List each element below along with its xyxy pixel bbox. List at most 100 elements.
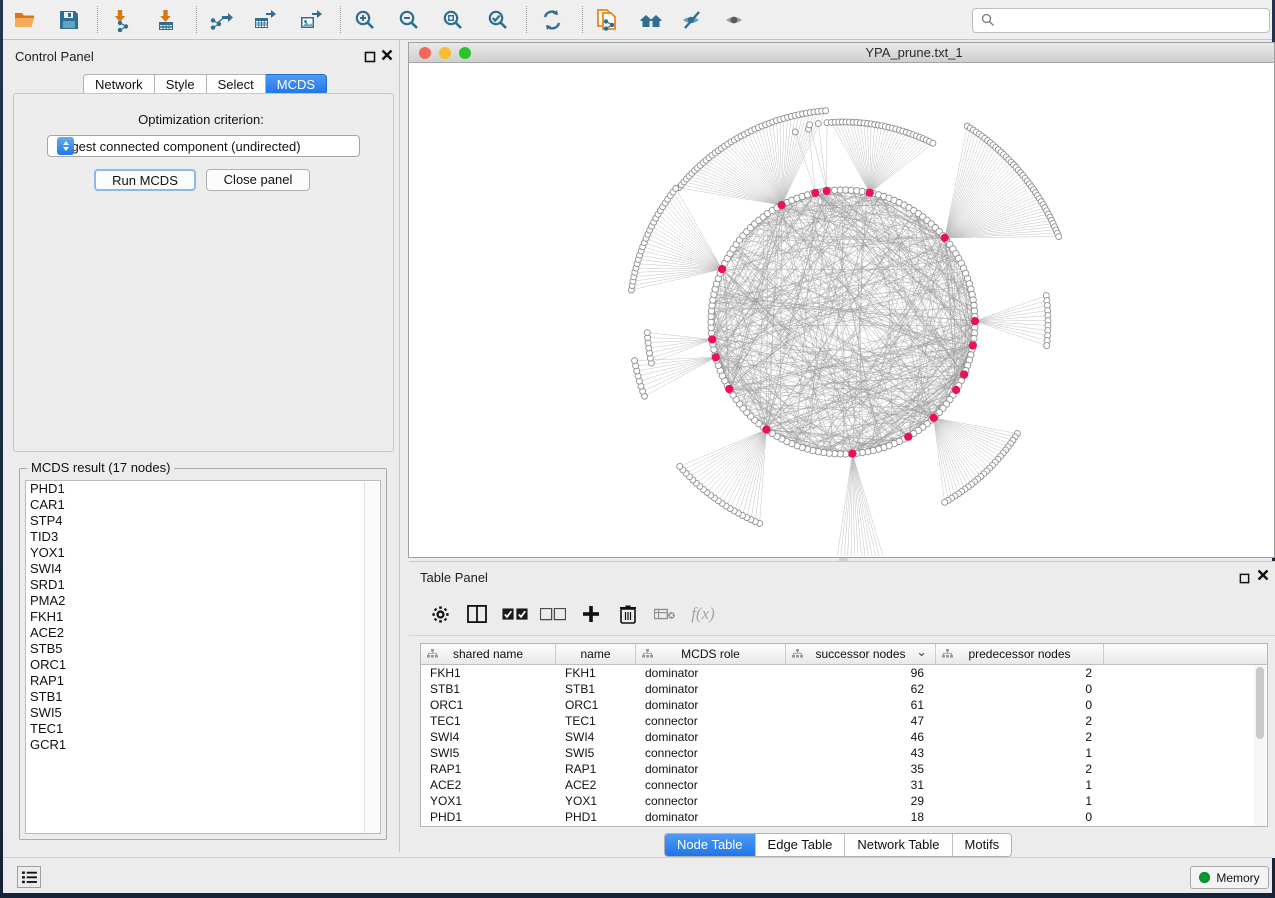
table-cell[interactable]: PHD1 [565, 809, 636, 825]
mcds-result-item[interactable]: STP4 [26, 513, 380, 529]
table-cell[interactable]: connector [645, 793, 786, 809]
table-cell[interactable]: 31 [786, 777, 924, 793]
function-builder-icon[interactable]: f(x) [689, 601, 717, 627]
table-cell[interactable]: 0 [936, 697, 1092, 713]
export-network-icon[interactable] [208, 7, 234, 33]
zoom-out-icon[interactable] [396, 7, 422, 33]
table-cell[interactable]: 1 [936, 793, 1092, 809]
control-panel-close-icon[interactable] [381, 49, 393, 62]
mcds-result-item[interactable]: TID3 [26, 529, 380, 545]
control-panel-restore-icon[interactable] [364, 50, 376, 62]
zoom-in-icon[interactable] [352, 7, 378, 33]
table-cell[interactable]: 61 [786, 697, 924, 713]
table-tab-motifs[interactable]: Motifs [952, 834, 1012, 856]
table-row[interactable]: STB1STB1dominator620 [421, 681, 1267, 697]
table-cell[interactable]: STB1 [565, 681, 636, 697]
table-scrollbar-thumb[interactable] [1256, 667, 1264, 739]
table-cell[interactable]: PHD1 [430, 809, 556, 825]
export-pdf-icon[interactable] [594, 7, 620, 33]
table-panel-restore-icon[interactable] [1239, 571, 1250, 582]
refresh-layout-icon[interactable] [539, 7, 565, 33]
mcds-result-item[interactable]: GCR1 [26, 737, 380, 753]
table-cell[interactable]: 62 [786, 681, 924, 697]
network-graph[interactable] [409, 62, 1274, 556]
table-cell[interactable]: SWI5 [565, 745, 636, 761]
split-columns-icon[interactable] [463, 601, 491, 627]
table-cell[interactable]: 18 [786, 809, 924, 825]
table-cell[interactable]: connector [645, 713, 786, 729]
table-cell[interactable]: RAP1 [430, 761, 556, 777]
table-tab-edge-table[interactable]: Edge Table [755, 834, 845, 856]
table-row[interactable]: ACE2ACE2connector311 [421, 777, 1267, 793]
mcds-result-item[interactable]: TEC1 [26, 721, 380, 737]
table-cell[interactable]: 47 [786, 713, 924, 729]
table-cell[interactable]: 1 [936, 777, 1092, 793]
mcds-result-item[interactable]: STB5 [26, 641, 380, 657]
zoom-selected-icon[interactable] [485, 7, 511, 33]
table-cell[interactable]: 29 [786, 793, 924, 809]
table-cell[interactable]: STB1 [430, 681, 556, 697]
table-cell[interactable]: ORC1 [565, 697, 636, 713]
export-image-icon[interactable] [298, 7, 324, 33]
mcds-result-item[interactable]: YOX1 [26, 545, 380, 561]
table-row[interactable]: YOX1 YOX1 connector29 1 [421, 793, 1267, 809]
table-cell[interactable]: YOX1 [565, 793, 636, 809]
table-cell[interactable]: YOX1 [430, 793, 556, 809]
column-header-shared-name[interactable]: shared name [421, 644, 556, 664]
table-row[interactable]: PHD1 PHD1 dominator18 0 [421, 809, 1267, 825]
zoom-fit-icon[interactable] [440, 7, 466, 33]
control-panel-tab-mcds[interactable]: MCDS [266, 74, 327, 95]
mcds-result-item[interactable]: ORC1 [26, 657, 380, 673]
table-row[interactable]: ORC1 ORC1 dominator61 0 [421, 697, 1267, 713]
table-cell[interactable]: ACE2 [565, 777, 636, 793]
table-cell[interactable]: TEC1 [430, 713, 556, 729]
table-cell[interactable]: 2 [936, 665, 1092, 681]
table-cell[interactable]: FKH1 [565, 665, 636, 681]
hide-unselected-icon[interactable] [680, 7, 706, 33]
search-input[interactable] [1001, 12, 1260, 30]
control-panel-tab-select[interactable]: Select [207, 74, 266, 95]
mcds-result-item[interactable]: STB1 [26, 689, 380, 705]
select-all-columns-icon[interactable] [501, 601, 529, 627]
table-cell[interactable]: SWI4 [430, 729, 556, 745]
table-cell[interactable]: 2 [936, 761, 1092, 777]
table-cell[interactable]: 46 [786, 729, 924, 745]
table-row[interactable]: TEC1TEC1connector472 [421, 713, 1267, 729]
table-tab-network-table[interactable]: Network Table [844, 834, 951, 856]
run-mcds-button[interactable]: Run MCDS [94, 169, 196, 191]
table-cell[interactable]: ORC1 [430, 697, 556, 713]
column-header-predecessor-nodes[interactable]: predecessor nodes [936, 644, 1104, 664]
control-panel-tab-style[interactable]: Style [155, 74, 207, 95]
table-cell[interactable]: 0 [936, 809, 1092, 825]
mcds-result-item[interactable]: ACE2 [26, 625, 380, 641]
mcds-result-item[interactable]: CAR1 [26, 497, 380, 513]
mcds-result-item[interactable]: SWI4 [26, 561, 380, 577]
table-row[interactable]: RAP1RAP1dominator352 [421, 761, 1267, 777]
table-cell[interactable]: 96 [786, 665, 924, 681]
delete-column-icon[interactable] [614, 601, 642, 627]
table-cell[interactable]: 43 [786, 745, 924, 761]
mcds-result-item[interactable]: SRD1 [26, 577, 380, 593]
mcds-result-item[interactable]: RAP1 [26, 673, 380, 689]
chevron-updown-icon[interactable] [57, 137, 74, 155]
export-table-icon[interactable] [252, 7, 278, 33]
table-cell[interactable]: FKH1 [430, 665, 556, 681]
import-table-icon[interactable] [153, 7, 179, 33]
table-cell[interactable]: SWI5 [430, 745, 556, 761]
column-header-name[interactable]: name [556, 644, 636, 664]
table-tab-node-table[interactable]: Node Table [665, 834, 755, 856]
table-vertical-scrollbar[interactable] [1254, 665, 1266, 826]
close-panel-button[interactable]: Close panel [206, 169, 310, 191]
mcds-result-item[interactable]: SWI5 [26, 705, 380, 721]
chevron-down-icon[interactable]: ⌄ [916, 643, 927, 662]
table-panel-close-icon[interactable] [1257, 569, 1269, 582]
table-cell[interactable]: 2 [936, 713, 1092, 729]
table-cell[interactable]: dominator [645, 809, 786, 825]
import-network-icon[interactable] [111, 7, 137, 33]
mcds-result-list[interactable]: PHD1CAR1STP4TID3YOX1SWI4SRD1PMA2FKH1ACE2… [25, 480, 381, 834]
table-cell[interactable]: RAP1 [565, 761, 636, 777]
column-header-MCDS-role[interactable]: MCDS role [636, 644, 786, 664]
open-folder-icon[interactable] [12, 7, 38, 33]
search-box[interactable] [972, 8, 1270, 33]
table-cell[interactable]: dominator [645, 697, 786, 713]
